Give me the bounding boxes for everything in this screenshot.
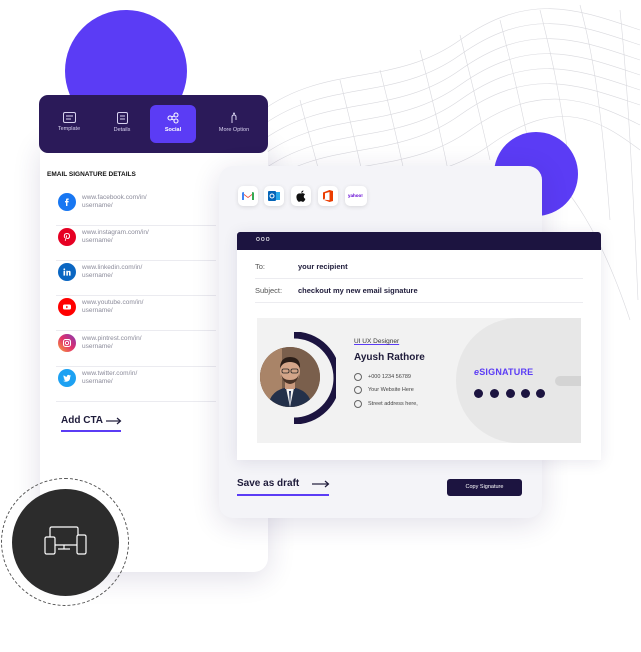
brand-logo: eSIGNATURE [474,367,533,377]
tab-details[interactable]: Details [99,105,145,143]
social-url: www.instagram.com/in/ [82,229,149,236]
save-as-draft-button[interactable]: Save as draft [237,478,299,489]
gmail-client-button[interactable] [238,186,258,206]
section-title: EMAIL SIGNATURE DETAILS [47,171,136,178]
decorative-bar [555,376,581,386]
social-url: www.facebook.com/in/ [82,194,147,201]
youtube-icon [58,298,76,316]
social-username: username/ [82,307,113,314]
template-icon [62,112,76,123]
tab-template[interactable]: Template [46,105,92,143]
arrow-right-icon [312,480,330,488]
pinterest-icon[interactable] [536,389,545,398]
add-cta-button[interactable]: Add CTA [61,415,103,426]
office-client-button[interactable] [318,186,338,206]
apple-mail-icon [296,190,306,202]
social-link-youtube[interactable]: www.youtube.com/in/username/ [56,298,216,331]
social-username: username/ [82,343,113,350]
to-label: To: [255,262,266,271]
tab-label: Social [164,127,182,133]
phone-icon [354,373,362,381]
copy-signature-button[interactable]: Copy Signature [447,479,522,496]
tab-label: Details [113,127,131,133]
tab-more-option[interactable]: More Option [209,105,259,143]
website-text: Your Website Here [368,387,414,393]
save-draft-label: Save as draft [237,478,300,489]
social-username: username/ [82,378,113,385]
yahoo-client-button[interactable]: yahoo! [345,186,367,206]
location-icon [354,400,362,408]
tab-social[interactable]: Social [150,105,196,143]
more-option-icon [231,112,237,123]
draft-underline [237,494,329,496]
social-username: username/ [82,272,113,279]
window-titlebar: ooo [237,232,601,250]
details-icon [116,112,128,124]
outlook-client-button[interactable] [264,186,284,206]
social-link-pinterest[interactable]: www.instagram.com/in/username/ [56,228,216,261]
gmail-icon [242,192,254,200]
social-username: username/ [82,202,113,209]
social-url: www.twitter.com/in/ [82,370,138,377]
arrow-right-icon [106,417,122,425]
linkedin-icon [58,263,76,281]
signature-name: Ayush Rathore [354,352,425,363]
avatar [260,347,320,407]
window-dots: ooo [256,236,271,243]
divider [255,278,583,279]
subject-field[interactable]: checkout my new email signature [298,286,418,295]
address-text: Street address here, [368,401,418,407]
instagram-icon [58,334,76,352]
facebook-icon[interactable] [506,389,515,398]
social-link-twitter[interactable]: www.twitter.com/in/username/ [56,369,216,402]
social-icon [167,112,179,124]
pinterest-icon [58,228,76,246]
twitter-icon[interactable] [490,389,499,398]
office-icon [323,190,333,202]
social-link-facebook[interactable]: www.facebook.com/in/username/ [56,193,216,226]
responsive-devices-badge [12,489,119,596]
to-field[interactable]: your recipient [298,262,348,271]
social-url: www.youtube.com/in/ [82,299,144,306]
person-photo [260,347,320,407]
instagram-icon[interactable] [474,389,483,398]
social-url: www.linkedin.com/in/ [82,264,143,271]
social-link-linkedin[interactable]: www.linkedin.com/in/username/ [56,263,216,296]
divider [255,302,583,303]
phone-text: +000 1234 56789 [368,374,411,380]
signature-role: UI UX Designer [354,338,400,345]
linkedin-icon[interactable] [521,389,530,398]
facebook-icon [58,193,76,211]
add-cta-label: Add CTA [61,415,104,426]
globe-icon [354,386,362,394]
social-url: www.pintrest.com/in/ [82,335,142,342]
yahoo-icon: yahoo! [348,193,363,198]
outlook-icon [268,191,280,201]
tab-label: More Option [218,127,250,133]
first-name: Ayush [354,352,385,363]
subject-label: Subject: [255,286,283,295]
tab-label: Template [57,126,81,132]
last-name: Rathore [386,352,425,363]
cta-underline [61,430,121,432]
social-link-instagram[interactable]: www.pintrest.com/in/username/ [56,334,216,367]
devices-icon [44,526,87,555]
editor-tabbar: Template Details Social More Option [39,95,268,153]
brand-name: SIGNATURE [479,367,534,377]
social-username: username/ [82,237,113,244]
twitter-icon [58,369,76,387]
apple-mail-client-button[interactable] [291,186,311,206]
